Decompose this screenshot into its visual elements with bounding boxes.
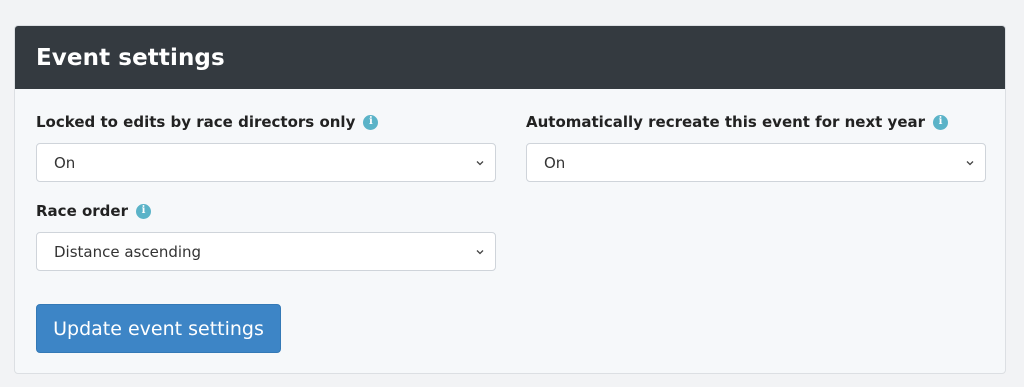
chevron-down-icon <box>475 158 485 168</box>
update-event-settings-button[interactable]: Update event settings <box>36 304 281 353</box>
chevron-down-icon <box>475 247 485 257</box>
race-order-field: Race order i Distance ascending <box>36 201 496 271</box>
info-icon[interactable]: i <box>933 114 949 130</box>
card-title: Event settings <box>36 44 225 71</box>
race-order-label-row: Race order i <box>36 201 496 221</box>
chevron-down-icon <box>965 158 975 168</box>
info-icon[interactable]: i <box>135 203 151 219</box>
locked-select-value: On <box>54 153 76 172</box>
recreate-label-row: Automatically recreate this event for ne… <box>526 112 986 132</box>
locked-label-row: Locked to edits by race directors only i <box>36 112 496 132</box>
race-order-label: Race order <box>36 202 128 220</box>
locked-select[interactable]: On <box>36 143 496 182</box>
recreate-select[interactable]: On <box>526 143 986 182</box>
locked-label: Locked to edits by race directors only <box>36 113 356 131</box>
race-order-select[interactable]: Distance ascending <box>36 232 496 271</box>
recreate-label: Automatically recreate this event for ne… <box>526 113 926 131</box>
race-order-select-value: Distance ascending <box>54 242 202 261</box>
event-settings-card: Event settings Locked to edits by race d… <box>14 25 1006 374</box>
recreate-select-value: On <box>544 153 566 172</box>
locked-field: Locked to edits by race directors only i… <box>36 112 496 182</box>
recreate-field: Automatically recreate this event for ne… <box>526 112 986 182</box>
card-header: Event settings <box>15 26 1005 89</box>
info-icon[interactable]: i <box>363 114 379 130</box>
